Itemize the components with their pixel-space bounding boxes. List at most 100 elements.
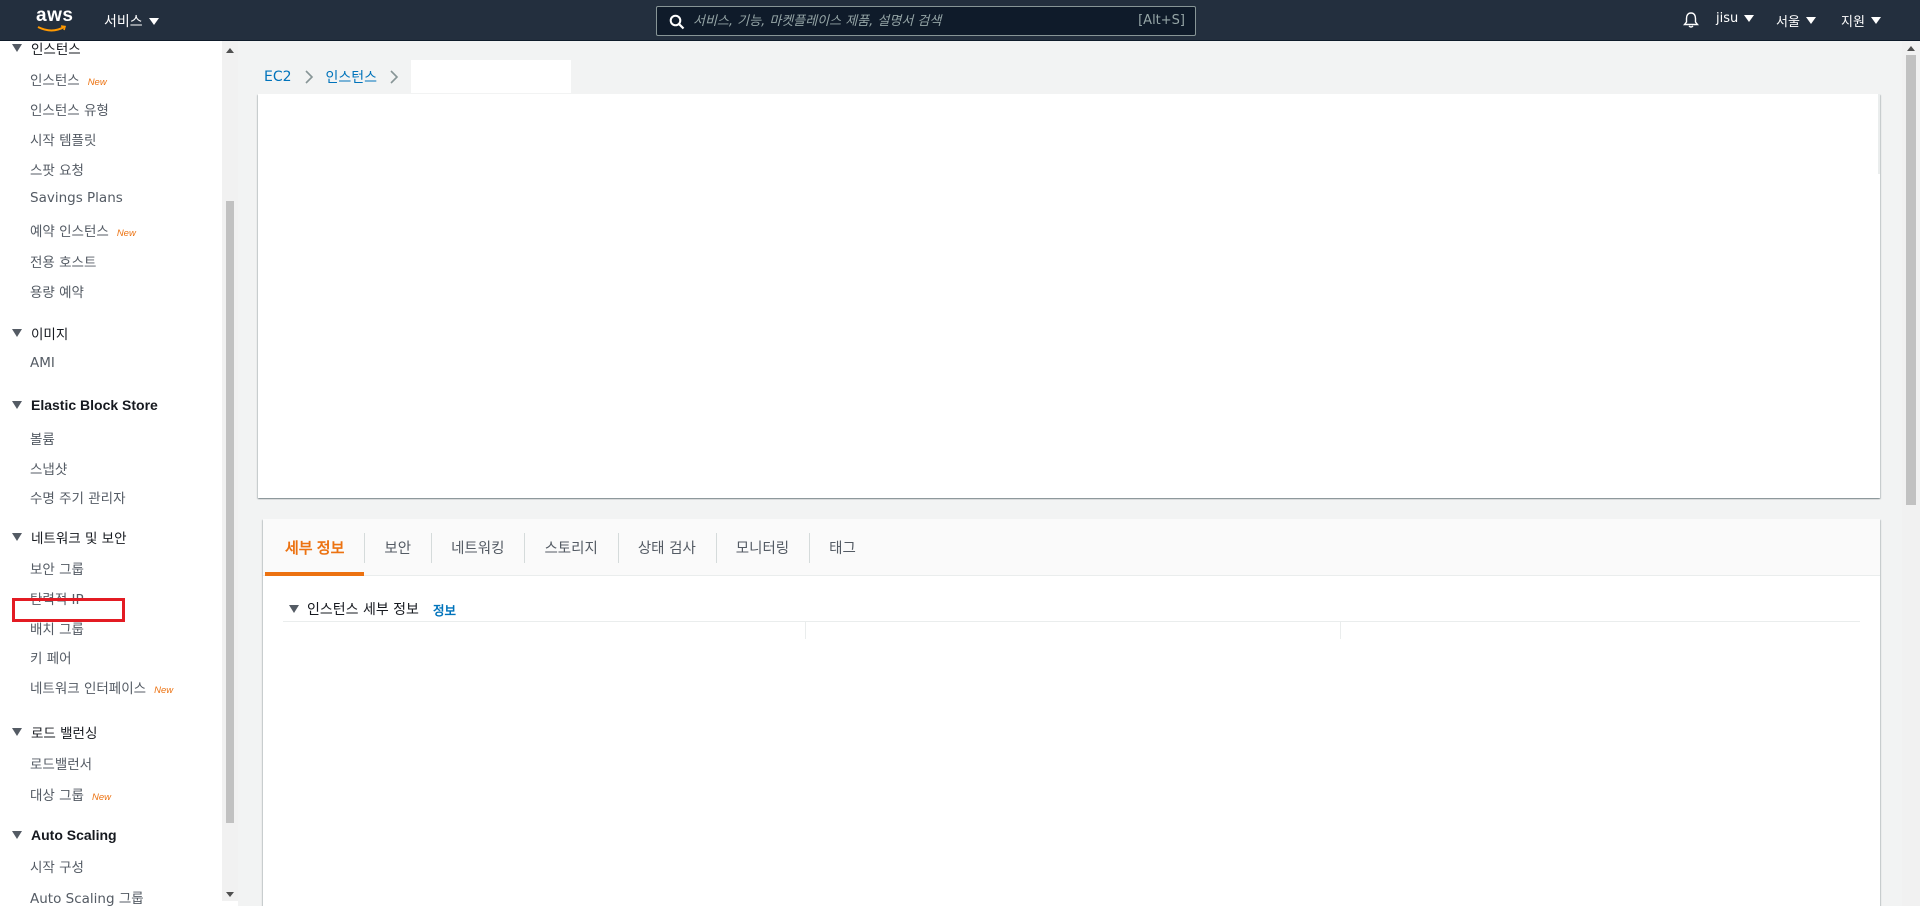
sidebar-item-security-groups[interactable]: 보안 그룹 xyxy=(30,558,84,578)
sidebar-item-label: 용량 예약 xyxy=(30,285,84,301)
tab-storage[interactable]: 스토리지 xyxy=(524,519,617,575)
sidebar-item-savings-plans[interactable]: Savings Plans xyxy=(30,190,123,206)
collapse-triangle-icon xyxy=(12,329,22,337)
sidebar-section-images[interactable]: 이미지 xyxy=(12,323,68,343)
sidebar-section-instances[interactable]: 인스턴스 xyxy=(12,41,81,58)
scrollbar-thumb[interactable] xyxy=(1906,55,1916,505)
collapse-triangle-icon xyxy=(12,533,22,541)
search-icon xyxy=(669,14,685,30)
scroll-up-arrow-icon[interactable] xyxy=(1907,46,1915,51)
sidebar-item-label: 로드밸런서 xyxy=(30,757,93,773)
sidebar-item-label: 인스턴스 유형 xyxy=(30,103,109,119)
region-menu-button[interactable]: 서울 xyxy=(1776,11,1816,30)
tab-label: 모니터링 xyxy=(735,540,790,557)
sidebar-item-spot-requests[interactable]: 스팟 요청 xyxy=(30,159,84,179)
sidebar-item-volumes[interactable]: 볼륨 xyxy=(30,428,55,448)
collapse-triangle-icon xyxy=(12,44,22,52)
chevron-down-icon xyxy=(1870,17,1881,24)
scroll-up-arrow-icon[interactable] xyxy=(226,48,234,53)
sidebar-item-dedicated-hosts[interactable]: 전용 호스트 xyxy=(30,251,96,271)
sidebar-section-load-balancing[interactable]: 로드 밸런싱 xyxy=(12,722,97,742)
sidebar-item-elastic-ips[interactable]: 탄력적 IP xyxy=(30,588,84,608)
info-link[interactable]: 정보 xyxy=(433,600,456,619)
instance-details-section-header[interactable]: 인스턴스 세부 정보 정보 xyxy=(289,599,456,619)
search-input[interactable] xyxy=(693,9,1113,33)
tab-label: 태그 xyxy=(829,540,856,557)
chevron-down-icon xyxy=(148,17,159,25)
sidebar-item-target-groups[interactable]: 대상 그룹 New xyxy=(30,784,111,804)
sidebar-scrollbar[interactable] xyxy=(222,41,238,901)
sidebar-item-instances[interactable]: 인스턴스 New xyxy=(30,69,107,89)
chevron-down-icon xyxy=(1805,17,1816,24)
sidebar-item-capacity-reservations[interactable]: 용량 예약 xyxy=(30,281,84,301)
tab-status-checks[interactable]: 상태 검사 xyxy=(617,519,716,575)
sidebar-item-launch-configurations[interactable]: 시작 구성 xyxy=(30,856,84,876)
column-divider xyxy=(805,621,806,639)
tab-label: 세부 정보 xyxy=(285,539,345,557)
tab-tags[interactable]: 태그 xyxy=(809,519,876,575)
sidebar-item-label: 보안 그룹 xyxy=(30,562,84,578)
breadcrumb-link-instances[interactable]: 인스턴스 xyxy=(326,67,378,87)
collapse-triangle-icon xyxy=(12,401,22,409)
new-badge: New xyxy=(116,228,136,239)
sidebar-item-label: 대상 그룹 xyxy=(30,788,84,804)
sidebar-item-snapshots[interactable]: 스냅샷 xyxy=(30,458,67,478)
main-content: EC2 인스턴스 세부 정보 보안 네트워킹 스토리지 상태 검사 모니터링 태… xyxy=(238,41,1902,906)
tab-label: 상태 검사 xyxy=(637,540,696,557)
main-scrollbar[interactable] xyxy=(1902,41,1920,906)
tab-label: 네트워킹 xyxy=(451,540,505,557)
services-menu-button[interactable]: 서비스 xyxy=(104,11,159,31)
sidebar-navigation: 인스턴스 인스턴스 New 인스턴스 유형 시작 템플릿 스팟 요청 Saving… xyxy=(0,41,222,906)
sidebar-item-instance-types[interactable]: 인스턴스 유형 xyxy=(30,99,109,119)
region-label: 서울 xyxy=(1776,15,1800,30)
section-divider xyxy=(283,621,1860,622)
sidebar-item-launch-templates[interactable]: 시작 템플릿 xyxy=(30,129,96,149)
chevron-down-icon xyxy=(1744,15,1755,22)
sidebar-item-label: 시작 템플릿 xyxy=(30,133,97,149)
new-badge: New xyxy=(154,685,174,696)
tab-details[interactable]: 세부 정보 xyxy=(265,519,365,576)
tab-security[interactable]: 보안 xyxy=(364,519,431,575)
panel-scroll-edge xyxy=(1878,94,1880,174)
sidebar-section-title: 이미지 xyxy=(31,327,69,343)
sidebar-section-title: Elastic Block Store xyxy=(31,397,158,413)
sidebar-item-label: 수명 주기 관리자 xyxy=(30,491,126,507)
sidebar-item-label: 시작 구성 xyxy=(30,860,84,876)
sidebar-item-ami[interactable]: AMI xyxy=(30,355,55,371)
details-tab-bar: 세부 정보 보안 네트워킹 스토리지 상태 검사 모니터링 태그 xyxy=(263,519,1880,576)
tab-monitoring[interactable]: 모니터링 xyxy=(715,519,809,575)
section-title: 인스턴스 세부 정보 xyxy=(307,602,419,618)
collapse-triangle-icon xyxy=(289,605,299,613)
sidebar-item-label: Auto Scaling 그룹 xyxy=(30,891,144,906)
instance-summary-panel xyxy=(258,94,1880,498)
scroll-down-arrow-icon[interactable] xyxy=(226,892,234,897)
sidebar-item-label: 네트워크 인터페이스 xyxy=(30,681,147,697)
sidebar-item-reserved-instances[interactable]: 예약 인스턴스 New xyxy=(30,220,136,240)
global-search-box[interactable]: [Alt+S] xyxy=(656,6,1196,36)
scrollbar-thumb[interactable] xyxy=(226,201,234,823)
sidebar-item-lifecycle-manager[interactable]: 수명 주기 관리자 xyxy=(30,487,126,507)
sidebar-section-title: 네트워크 및 보안 xyxy=(31,531,127,547)
sidebar-section-auto-scaling[interactable]: Auto Scaling xyxy=(12,827,117,843)
column-divider xyxy=(1340,621,1341,639)
sidebar-item-label: 키 페어 xyxy=(30,651,72,667)
sidebar-item-load-balancers[interactable]: 로드밸런서 xyxy=(30,753,92,773)
support-menu-button[interactable]: 지원 xyxy=(1841,11,1881,30)
sidebar-item-network-interfaces[interactable]: 네트워크 인터페이스 New xyxy=(30,677,173,697)
sidebar-item-placement-groups[interactable]: 배치 그룹 xyxy=(30,618,84,638)
tab-networking[interactable]: 네트워킹 xyxy=(431,519,524,575)
breadcrumb-link-ec2[interactable]: EC2 xyxy=(264,69,292,85)
tab-label: 보안 xyxy=(384,540,412,557)
user-menu-button[interactable]: jisu xyxy=(1716,11,1755,26)
aws-logo[interactable]: aws xyxy=(36,6,73,33)
sidebar-item-auto-scaling-groups[interactable]: Auto Scaling 그룹 xyxy=(30,887,144,906)
bell-icon[interactable] xyxy=(1682,11,1700,29)
sidebar-section-network-security[interactable]: 네트워크 및 보안 xyxy=(12,527,127,547)
sidebar-section-title: 인스턴스 xyxy=(31,42,81,58)
chevron-right-icon xyxy=(390,69,399,84)
sidebar-section-ebs[interactable]: Elastic Block Store xyxy=(12,397,158,413)
instance-details-panel: 세부 정보 보안 네트워킹 스토리지 상태 검사 모니터링 태그 인스턴스 세부… xyxy=(263,519,1880,906)
services-label: 서비스 xyxy=(104,14,143,30)
sidebar-item-label: AMI xyxy=(30,355,55,371)
sidebar-item-key-pairs[interactable]: 키 페어 xyxy=(30,647,72,667)
